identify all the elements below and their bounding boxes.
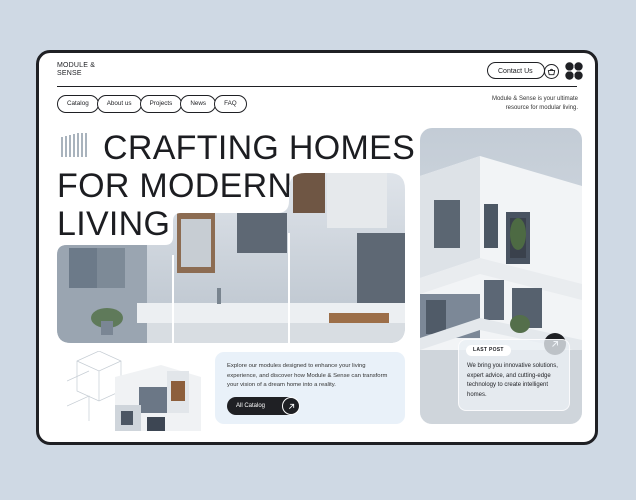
brand-line-1: MODULE & xyxy=(57,62,96,69)
info-text: Explore our modules designed to enhance … xyxy=(227,363,388,388)
nav-item-faq[interactable]: FAQ xyxy=(214,95,247,113)
menu-icon[interactable] xyxy=(565,62,583,80)
last-post-text: We bring you innovative solutions, exper… xyxy=(467,363,558,398)
header-divider xyxy=(57,86,577,87)
arrow-up-right-icon xyxy=(282,397,300,415)
info-card: Explore our modules designed to enhance … xyxy=(215,352,405,424)
site-frame: MODULE & SENSE Contact Us Catalog About … xyxy=(36,50,598,445)
brand-logo[interactable]: MODULE & SENSE xyxy=(57,62,95,78)
last-post-badge: LAST POST xyxy=(466,345,511,356)
main-nav: Catalog About us Projects News FAQ xyxy=(57,95,247,113)
nav-item-news[interactable]: News xyxy=(180,95,217,113)
kitchen-image xyxy=(57,173,405,343)
all-catalog-label: All Catalog xyxy=(236,403,266,409)
tagline: Module & Sense is your ultimate resource… xyxy=(468,95,578,113)
tagline-line-2: resource for modular living. xyxy=(505,105,578,111)
last-post-card[interactable]: LAST POST We bring you innovative soluti… xyxy=(458,339,570,411)
small-house-image xyxy=(67,351,201,431)
tagline-line-1: Module & Sense is your ultimate xyxy=(491,96,578,102)
contact-us-button[interactable]: Contact Us xyxy=(487,62,545,79)
hero-line-1: CRAFTING HOMES xyxy=(103,129,416,167)
nav-item-about-us[interactable]: About us xyxy=(96,95,142,113)
nav-item-catalog[interactable]: Catalog xyxy=(57,95,99,113)
all-catalog-button[interactable]: All Catalog xyxy=(227,397,300,415)
brand-line-2: SENSE xyxy=(57,70,82,77)
nav-item-projects[interactable]: Projects xyxy=(139,95,183,113)
basket-icon[interactable] xyxy=(544,64,559,79)
